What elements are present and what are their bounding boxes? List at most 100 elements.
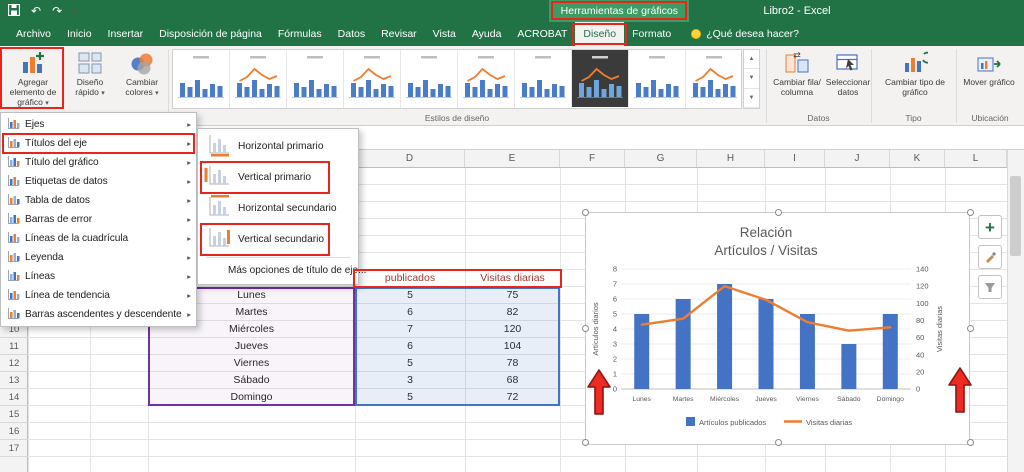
row-header-12[interactable]: 12 [0, 355, 28, 372]
add-chart-element-label: Agregar elemento de gráfico [10, 77, 57, 107]
chart-style-thumbnail-9[interactable] [629, 50, 686, 108]
submenu-item-label: Horizontal primario [238, 141, 324, 152]
column-header-I[interactable]: I [765, 150, 825, 167]
submenu-item-vertical-primario[interactable]: Vertical primario [198, 162, 358, 193]
scrollbar-thumb[interactable] [1010, 176, 1021, 256]
menu-item-lineas-de-la-cuadricula[interactable]: Líneas de la cuadrícula▸ [1, 229, 196, 248]
menu-item-tabla-de-datos[interactable]: Tabla de datos▸ [1, 191, 196, 210]
menu-item-lineas[interactable]: Líneas▸ [1, 267, 196, 286]
table-header-visitas[interactable]: Visitas diarias [465, 270, 560, 287]
change-chart-type-button[interactable]: Cambiar tipo de gráfico [876, 49, 954, 121]
row-header-13[interactable]: 13 [0, 372, 28, 389]
column-header-K[interactable]: K [890, 150, 945, 167]
undo-icon[interactable]: ↶ [31, 4, 41, 18]
column-header-D[interactable]: D [355, 150, 465, 167]
chart-style-thumbnail-5[interactable] [401, 50, 458, 108]
menu-item-label: Barras de error [25, 214, 182, 225]
chart-selection-handle[interactable] [967, 209, 974, 216]
chart-style-thumbnail-8[interactable] [572, 50, 629, 108]
chart-elements-button[interactable]: + [978, 215, 1002, 239]
tab-vista[interactable]: Vista [425, 22, 464, 46]
axis-titles-submenu: Horizontal primario Vertical primario Hori… [197, 128, 359, 285]
column-header-F[interactable]: F [560, 150, 625, 167]
gallery-more-icon[interactable]: ▼ [744, 89, 759, 108]
vertical-scrollbar[interactable] [1007, 150, 1024, 472]
chart-style-thumbnail-2[interactable] [230, 50, 287, 108]
tab-archivo[interactable]: Archivo [8, 22, 59, 46]
chart-style-thumbnail-3[interactable] [287, 50, 344, 108]
chart-selection-handle[interactable] [582, 439, 589, 446]
chart-style-thumbnail-1[interactable] [173, 50, 230, 108]
chart-selection-handle[interactable] [775, 209, 782, 216]
redo-icon[interactable]: ↷ [52, 4, 62, 18]
more-axis-title-options[interactable]: Más opciones de título de eje... [198, 260, 358, 282]
tab-formato[interactable]: Formato [624, 22, 679, 46]
chart-selection-handle[interactable] [967, 439, 974, 446]
menu-item-leyenda[interactable]: Leyenda▸ [1, 248, 196, 267]
tab-inicio[interactable]: Inicio [59, 22, 100, 46]
gallery-up-icon[interactable]: ▲ [744, 50, 759, 69]
menu-item-label: Tabla de datos [25, 195, 182, 206]
chart-selection-handle[interactable] [967, 325, 974, 332]
gallery-down-icon[interactable]: ▼ [744, 69, 759, 88]
column-header-E[interactable]: E [465, 150, 560, 167]
chart-selection-handle[interactable] [582, 325, 589, 332]
chart-style-thumbnail-4[interactable] [344, 50, 401, 108]
move-chart-button[interactable]: Mover gráfico [958, 49, 1020, 121]
tab-disposicion-de-pagina[interactable]: Disposición de página [151, 22, 270, 46]
tab-ayuda[interactable]: Ayuda [464, 22, 510, 46]
menu-item-barras-ascendentes-y-descendentes[interactable]: Barras ascendentes y descendentes▸ [1, 305, 196, 324]
group-separator [871, 49, 872, 123]
column-header-G[interactable]: G [625, 150, 697, 167]
chart-style-thumbnail-6[interactable] [458, 50, 515, 108]
chart-styles-button[interactable] [978, 245, 1002, 269]
change-colors-button[interactable]: Cambiar colores ▾ [118, 49, 166, 121]
chart-selection-handle[interactable] [582, 209, 589, 216]
save-icon[interactable] [8, 4, 20, 19]
submenu-item-horizontal-primario[interactable]: Horizontal primario [198, 131, 358, 162]
row-header-15[interactable]: 15 [0, 406, 28, 423]
tab-datos[interactable]: Datos [330, 22, 373, 46]
column-header-L[interactable]: L [945, 150, 1007, 167]
menu-item-label: Leyenda [25, 252, 182, 263]
menu-item-linea-de-tendencia[interactable]: Línea de tendencia▸ [1, 286, 196, 305]
select-data-button[interactable]: Seleccionar datos [826, 49, 870, 121]
switch-row-column-button[interactable]: ⇄ Cambiar fila/ columna [770, 49, 824, 121]
plus-icon: + [985, 219, 995, 236]
vertical-primary-icon [204, 164, 230, 191]
submenu-item-horizontal-secundario[interactable]: Horizontal secundario [198, 193, 358, 224]
chart-selection-handle[interactable] [775, 439, 782, 446]
row-header-11[interactable]: 11 [0, 338, 28, 355]
row-header-17[interactable]: 17 [0, 440, 28, 457]
red-arrow-left [586, 368, 612, 419]
tab-revisar[interactable]: Revisar [373, 22, 425, 46]
column-header-H[interactable]: H [697, 150, 765, 167]
chart-style-thumbnail-7[interactable] [515, 50, 572, 108]
column-header-J[interactable]: J [825, 150, 890, 167]
svg-text:Viernes: Viernes [796, 396, 820, 403]
menu-item-ejes[interactable]: Ejes▸ [1, 115, 196, 134]
add-chart-element-button[interactable]: Agregar elemento de gráfico ▾ [2, 49, 64, 121]
svg-text:Visitas diarias: Visitas diarias [935, 306, 944, 352]
chart-style-thumbnail-10[interactable] [686, 50, 742, 108]
tab-insertar[interactable]: Insertar [100, 22, 152, 46]
submenu-item-label: Horizontal secundario [238, 203, 337, 214]
tab-diseno[interactable]: Diseño [575, 22, 624, 46]
svg-text:7: 7 [613, 280, 617, 289]
menu-item-barras-de-error[interactable]: Barras de error▸ [1, 210, 196, 229]
chart-filters-button[interactable] [978, 275, 1002, 299]
menu-item-etiquetas-de-datos[interactable]: Etiquetas de datos▸ [1, 172, 196, 191]
submenu-item-vertical-secundario[interactable]: Vertical secundario [198, 224, 358, 255]
quick-layout-button[interactable]: Diseño rápido ▾ [66, 49, 114, 121]
menu-item-label: Título del gráfico [25, 157, 182, 168]
embedded-chart[interactable]: RelaciónArtículos / Visitas0123456780204… [585, 212, 970, 445]
tell-me-box[interactable]: ¿Qué desea hacer? [691, 22, 799, 46]
row-header-16[interactable]: 16 [0, 423, 28, 440]
menu-item-titulo-del-grafico[interactable]: Título del gráfico▸ [1, 153, 196, 172]
table-header-publicados[interactable]: publicados [355, 270, 465, 287]
tab-acrobat[interactable]: ACROBAT [509, 22, 575, 46]
row-header-14[interactable]: 14 [0, 389, 28, 406]
tab-formulas[interactable]: Fórmulas [270, 22, 330, 46]
qat-customize-caret-icon[interactable]: ▾ [73, 7, 77, 16]
menu-item-titulos-del-eje[interactable]: Títulos del eje▸ [1, 134, 196, 153]
